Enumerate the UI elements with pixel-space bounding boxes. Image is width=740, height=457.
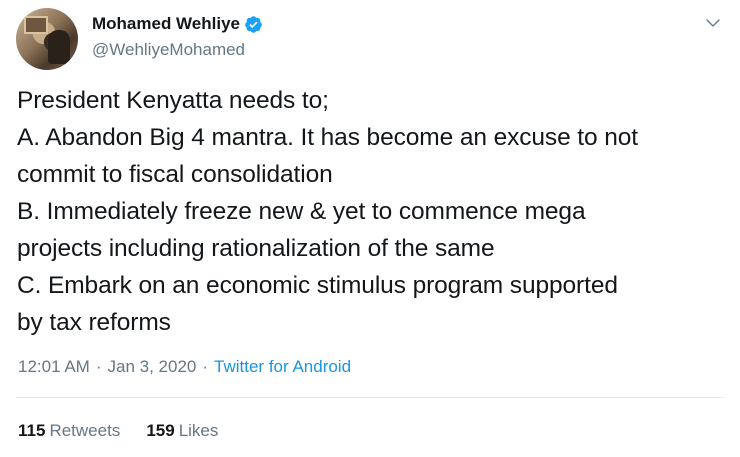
display-name-row: Mohamed Wehliye	[92, 12, 263, 36]
tweet-card: Mohamed Wehliye @WehliyeMohamed Presiden…	[0, 0, 740, 457]
avatar-photo-frame	[24, 16, 48, 34]
tweet-text-line: by tax reforms	[17, 309, 171, 336]
divider	[16, 397, 724, 398]
tweet-meta: 12:01 AM · Jan 3, 2020 · Twitter for And…	[18, 357, 351, 377]
tweet-text-line: A. Abandon Big 4 mantra. It has become a…	[17, 124, 639, 151]
tweet-text-line: commit to fiscal consolidation	[17, 161, 333, 188]
likes-label: Likes	[178, 421, 219, 440]
chevron-down-icon[interactable]	[704, 14, 722, 32]
tweet-text-line: C. Embark on an economic stimulus progra…	[17, 272, 618, 299]
avatar[interactable]	[16, 8, 78, 70]
likes-stat[interactable]: 159 Likes	[146, 421, 218, 441]
retweets-count: 115	[18, 421, 46, 440]
author-handle[interactable]: @WehliyeMohamed	[92, 40, 263, 60]
likes-count: 159	[146, 421, 175, 440]
tweet-stats: 115 Retweets 159 Likes	[18, 421, 244, 441]
display-name[interactable]: Mohamed Wehliye	[92, 14, 240, 34]
avatar-photo-person	[48, 30, 70, 64]
author-names: Mohamed Wehliye @WehliyeMohamed	[92, 12, 263, 60]
meta-separator: ·	[202, 357, 209, 376]
retweets-stat[interactable]: 115 Retweets	[18, 421, 120, 441]
tweet-date[interactable]: Jan 3, 2020	[108, 357, 197, 377]
meta-separator: ·	[95, 357, 102, 376]
tweet-source-link[interactable]: Twitter for Android	[214, 357, 351, 377]
tweet-text-line: B. Immediately freeze new & yet to comme…	[17, 198, 586, 225]
tweet-header: Mohamed Wehliye @WehliyeMohamed	[16, 6, 724, 70]
tweet-text: President Kenyatta needs to; A. Abandon …	[17, 82, 727, 341]
tweet-time[interactable]: 12:01 AM	[18, 357, 90, 377]
retweets-label: Retweets	[49, 421, 121, 440]
tweet-text-line: projects including rationalization of th…	[17, 235, 495, 262]
tweet-text-line: President Kenyatta needs to;	[17, 87, 329, 114]
verified-badge-icon	[245, 15, 262, 33]
